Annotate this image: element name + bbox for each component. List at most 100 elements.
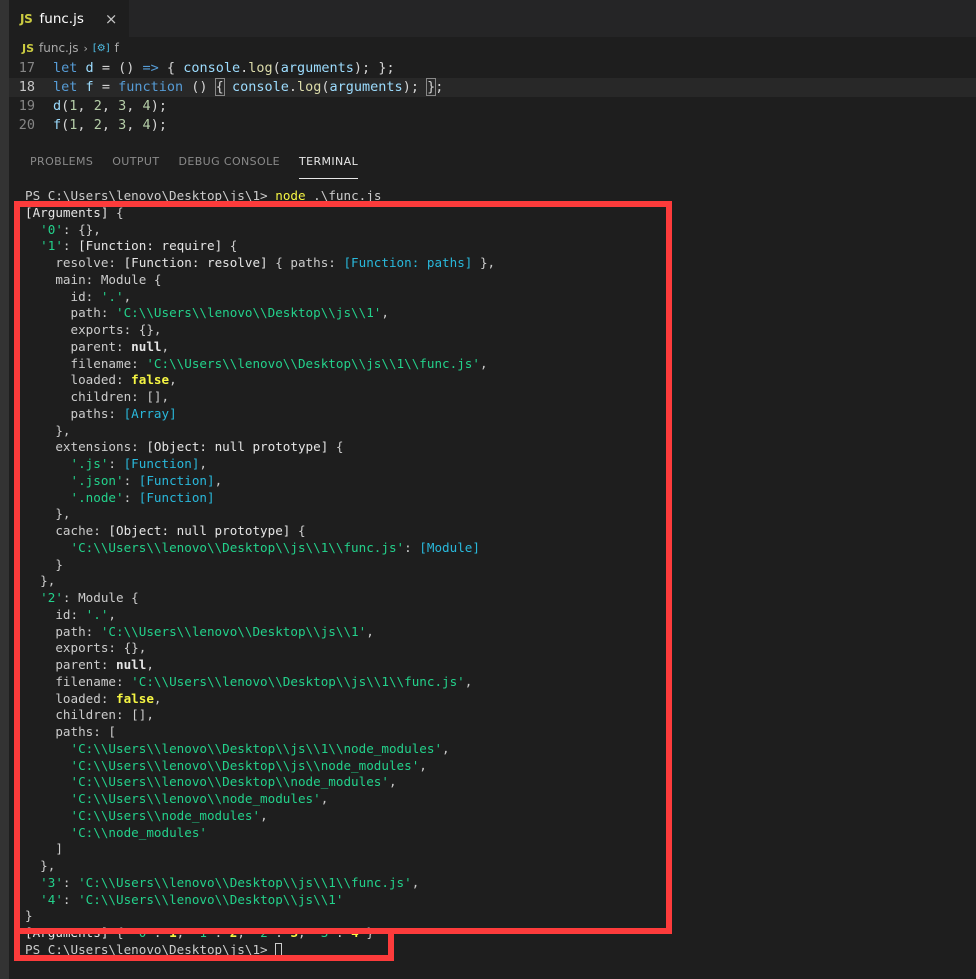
terminal-token: 'C:\\Users\\lenovo\\Desktop\\node_module… — [70, 774, 389, 790]
code-line: 18 let f = function () { console.log(arg… — [9, 78, 976, 97]
terminal-line: '0': {}, — [40, 221, 101, 237]
editor-tab-bar: JS func.js × — [9, 0, 976, 37]
terminal-line: '4': 'C:\\Users\\lenovo\\Desktop\\js\\1' — [40, 891, 344, 907]
terminal-token: node — [275, 188, 306, 203]
terminal-line: children: [], — [25, 389, 170, 404]
chevron-right-icon: › — [83, 41, 88, 55]
editor-tab-funcjs[interactable]: JS func.js × — [9, 0, 129, 37]
terminal-line: cache: [Object: null prototype] { — [25, 523, 306, 538]
tab-terminal[interactable]: TERMINAL — [299, 155, 359, 179]
terminal-line: paths: [Array] — [25, 405, 177, 421]
terminal-line: } — [25, 556, 63, 572]
terminal-line: '2': Module { — [40, 590, 139, 605]
terminal-line: }, — [25, 858, 56, 873]
terminal-token: '0' — [131, 925, 154, 940]
terminal-line: resolve: [Function: resolve] { paths: [F… — [25, 255, 496, 270]
terminal-token: 3 — [290, 925, 299, 940]
terminal-prompt-line: PS C:\Users\lenovo\Desktop\js\1> node .\… — [25, 188, 976, 205]
terminal-line: exports: {}, — [25, 640, 147, 656]
terminal-token: '3' — [40, 874, 63, 890]
terminal-line: '.json': [Function], — [70, 472, 223, 488]
terminal-line: main: Module { — [25, 271, 162, 287]
terminal-line: paths: [ — [25, 724, 116, 739]
terminal-token: null — [131, 338, 162, 354]
terminal-token: 'C:\\node_modules' — [70, 824, 207, 840]
code-text: let f = function () { console.log(argume… — [53, 78, 444, 96]
terminal-token: 2 — [229, 925, 238, 940]
terminal-line: exports: {}, — [25, 322, 162, 337]
line-number: 17 — [18, 60, 35, 76]
terminal-token: '3' — [313, 925, 336, 940]
terminal-token: '1' — [40, 238, 63, 254]
terminal-token: 'C:\\Users\\lenovo\\node_modules' — [70, 791, 321, 806]
terminal-line: parent: null, — [25, 657, 154, 672]
code-text: f(1, 2, 3, 4); — [53, 117, 167, 133]
terminal-token: 4 — [351, 925, 359, 940]
tab-debug-console[interactable]: DEBUG CONSOLE — [178, 155, 280, 170]
terminal-line: loaded: false, — [25, 372, 177, 388]
terminal-token: 'C:\\Users\\lenovo\\Desktop\\js\\1\\func… — [78, 874, 412, 890]
terminal-line: 'C:\\Users\\lenovo\\Desktop\\js\\node_mo… — [70, 757, 427, 773]
terminal-token: 'C:\\Users\\lenovo\\Desktop\\js\\1' — [78, 891, 344, 907]
terminal-line: '.js': [Function], — [70, 456, 208, 471]
breadcrumb-file[interactable]: func.js — [39, 41, 78, 55]
terminal-token: [Object: null prototype] — [108, 523, 291, 538]
code-line: 19 d(1, 2, 3, 4); — [9, 97, 976, 116]
terminal-output[interactable]: PS C:\Users\lenovo\Desktop\js\1> node .\… — [9, 180, 976, 979]
terminal-token: .\func.js — [313, 188, 382, 203]
method-symbol-icon: [⚙] — [92, 42, 110, 54]
terminal-token: [Function: paths] — [343, 255, 473, 270]
code-text: d(1, 2, 3, 4); — [53, 98, 167, 114]
terminal-line: [Arguments] { '0': 1, '1': 2, '2': 3, '3… — [25, 925, 374, 940]
close-icon[interactable]: × — [105, 11, 118, 27]
terminal-token: '.node' — [70, 489, 124, 505]
tab-output[interactable]: OUTPUT — [112, 155, 159, 170]
breadcrumb-symbol[interactable]: f — [115, 41, 119, 55]
activity-bar[interactable] — [0, 0, 9, 979]
terminal-token: [Arguments] — [25, 204, 109, 220]
vscode-window: JS func.js × JS func.js › [⚙] f 17 let d… — [0, 0, 976, 979]
terminal-line: }, — [25, 506, 71, 522]
terminal-final-prompt: PS C:\Users\lenovo\Desktop\js\1> — [25, 942, 976, 959]
terminal-line: [Arguments] { — [25, 204, 124, 220]
terminal-token: [Function] — [123, 456, 200, 471]
terminal-line: } — [25, 908, 33, 924]
terminal-token: '.' — [85, 606, 109, 622]
terminal-line: id: '.', — [25, 288, 132, 304]
terminal-token: PS C:\Users\lenovo\Desktop\js\1> — [25, 188, 268, 203]
terminal-token: '4' — [40, 891, 63, 907]
terminal-line: ] — [25, 841, 63, 857]
terminal-line: 'C:\\Users\\lenovo\\Desktop\\js\\1\\node… — [70, 740, 450, 756]
terminal-line: loaded: false, — [25, 690, 162, 706]
terminal-token: false — [116, 690, 154, 706]
terminal-line: 'C:\\Users\\lenovo\\Desktop\\node_module… — [70, 774, 397, 790]
terminal-token: [Function: resolve] — [123, 255, 268, 270]
code-editor[interactable]: 17 let d = () => { console.log(arguments… — [9, 59, 976, 145]
js-file-icon: JS — [22, 41, 35, 55]
line-number: 19 — [18, 98, 35, 114]
terminal-token: 'C:\\Users\\lenovo\\Desktop\\js\\1\\func… — [146, 355, 480, 371]
terminal-line: id: '.', — [25, 606, 117, 622]
tab-label: func.js — [39, 11, 84, 27]
terminal-token: '1' — [191, 925, 215, 940]
terminal-token: [Function] — [138, 489, 215, 505]
panel-tab-bar: PROBLEMS OUTPUT DEBUG CONSOLE TERMINAL — [9, 145, 976, 180]
tab-problems[interactable]: PROBLEMS — [30, 155, 93, 170]
terminal-line: parent: null, — [25, 338, 170, 354]
terminal-line: 'C:\\node_modules' — [25, 825, 976, 842]
terminal-line: children: [], — [25, 707, 154, 723]
terminal-token: '2' — [252, 925, 276, 940]
terminal-line: 'C:\\Users\\lenovo\\Desktop\\js\\1\\func… — [70, 539, 480, 555]
js-file-icon: JS — [20, 12, 33, 26]
code-text: let d = () => { console.log(arguments); … — [53, 60, 395, 76]
line-number: 18 — [18, 79, 35, 95]
terminal-line: '.node': [Function] — [70, 489, 215, 505]
terminal-token: false — [131, 372, 170, 388]
terminal-token: null — [116, 657, 147, 672]
terminal-token: '.json' — [70, 472, 124, 488]
terminal-token: 1 — [169, 925, 177, 940]
terminal-token: 'C:\\Users\\lenovo\\Desktop\\js\\1' — [116, 305, 382, 321]
terminal-line: 'C:\\Users\\node_modules', — [70, 807, 268, 823]
terminal-token: [Function] — [138, 472, 215, 488]
terminal-token: '2' — [40, 590, 63, 605]
